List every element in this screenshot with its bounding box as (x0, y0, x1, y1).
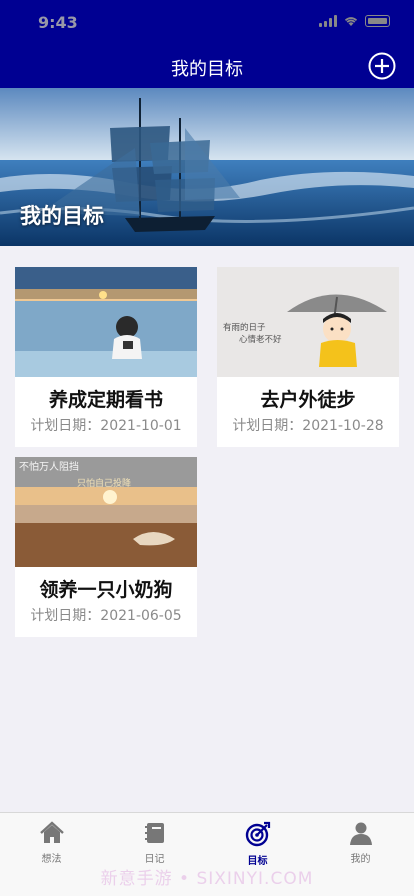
status-icons (319, 15, 390, 27)
goal-date: 计划日期：2021-10-01 (30, 418, 182, 434)
add-goal-button[interactable] (368, 52, 396, 80)
status-time: 9:43 (38, 13, 78, 32)
beach-shell-image: 不怕万人阻挡 只怕自己投降 (15, 457, 197, 567)
notebook-icon (144, 823, 164, 843)
goal-title: 养成定期看书 (48, 389, 163, 411)
banner: 我的目标 (0, 88, 414, 246)
tab-label: 日记 (144, 854, 165, 865)
home-icon (39, 821, 64, 843)
status-bar: 9:43 (0, 0, 414, 44)
banner-title: 我的目标 (20, 204, 104, 228)
nav-bar: 我的目标 (0, 44, 414, 88)
goal-date: 计划日期：2021-10-28 (232, 418, 384, 434)
umbrella-cartoon-image: 有雨的日子 心情老不好 (217, 267, 399, 377)
tab-label: 想法 (41, 854, 62, 865)
image-caption-line2: 只怕自己投降 (77, 477, 131, 489)
tab-label: 我的 (350, 854, 371, 865)
goal-title: 领养一只小奶狗 (39, 579, 173, 601)
battery-icon (365, 15, 390, 27)
goal-title: 去户外徒步 (260, 389, 356, 411)
lake-sunset-image (15, 267, 197, 377)
watermark: 新意手游 • SIXINYI.COM (100, 869, 314, 889)
target-icon (245, 821, 270, 847)
person-icon (349, 822, 372, 845)
goal-card-reading[interactable]: 养成定期看书 计划日期：2021-10-01 (15, 267, 197, 447)
wifi-icon (344, 17, 358, 26)
page-title: 我的目标 (171, 59, 243, 80)
image-caption-line2: 心情老不好 (239, 334, 282, 345)
goal-card-hiking[interactable]: 有雨的日子 心情老不好 去户外徒步 计划日期：2021-10-28 (217, 267, 399, 447)
goal-card-puppy[interactable]: 不怕万人阻挡 只怕自己投降 领养一只小奶狗 计划日期：2021-06-05 (15, 457, 197, 637)
signal-icon (319, 15, 337, 27)
goal-date: 计划日期：2021-06-05 (30, 608, 182, 624)
image-caption-line1: 有雨的日子 (223, 322, 266, 333)
image-caption-line1: 不怕万人阻挡 (19, 460, 79, 473)
